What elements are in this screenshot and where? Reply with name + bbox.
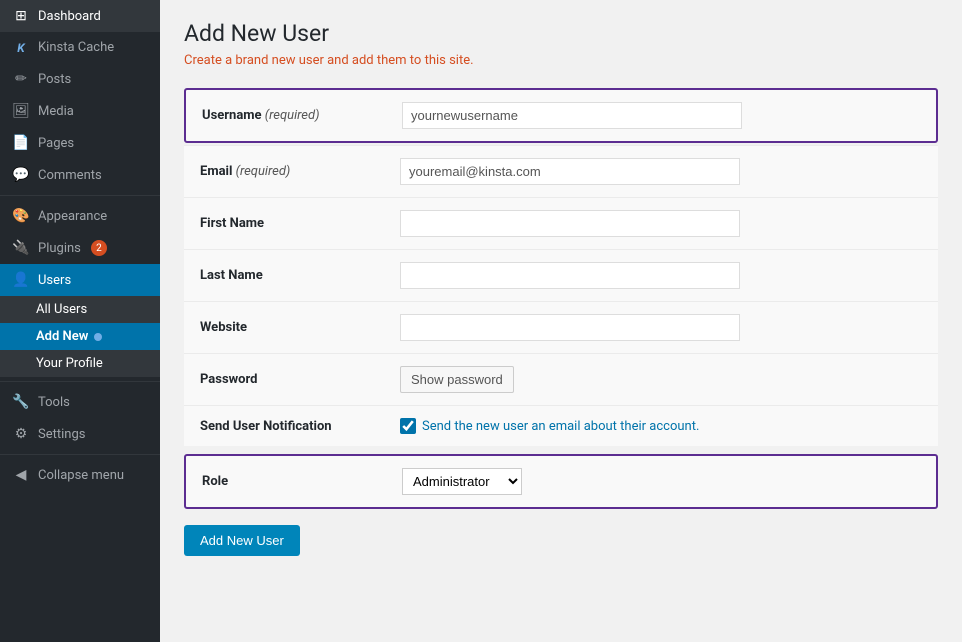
- show-password-button[interactable]: Show password: [400, 366, 514, 393]
- lastname-section: Last Name: [184, 249, 938, 301]
- page-subtitle: Create a brand new user and add them to …: [184, 53, 938, 68]
- dashboard-icon: ⊞: [12, 8, 30, 24]
- sidebar-label-settings: Settings: [38, 427, 85, 442]
- users-submenu: All Users Add New Your Profile: [0, 296, 160, 377]
- sidebar-label-kinsta: Kinsta Cache: [38, 40, 114, 55]
- tools-icon: 🔧: [12, 394, 30, 410]
- page-title: Add New User: [184, 20, 938, 47]
- sidebar-sub-all-users[interactable]: All Users: [0, 296, 160, 323]
- username-field: [402, 102, 920, 129]
- media-icon: 🖼: [12, 103, 30, 119]
- password-label: Password: [200, 372, 400, 387]
- sidebar-label-plugins: Plugins: [38, 241, 81, 256]
- sidebar-item-users[interactable]: 👤 Users: [0, 264, 160, 296]
- sidebar-item-posts[interactable]: ✏ Posts: [0, 63, 160, 95]
- main-content: Add New User Create a brand new user and…: [160, 0, 962, 642]
- lastname-label: Last Name: [200, 268, 400, 283]
- plugins-icon: 🔌: [12, 240, 30, 256]
- sidebar-label-appearance: Appearance: [38, 209, 107, 224]
- sidebar-item-settings[interactable]: ⚙ Settings: [0, 418, 160, 450]
- add-new-user-button[interactable]: Add New User: [184, 525, 300, 556]
- sidebar-item-kinsta-cache[interactable]: K Kinsta Cache: [0, 32, 160, 63]
- username-input[interactable]: [402, 102, 742, 129]
- password-field: Show password: [400, 366, 922, 393]
- sidebar-label-posts: Posts: [38, 72, 71, 87]
- notification-checkbox[interactable]: [400, 418, 416, 434]
- sidebar-item-appearance[interactable]: 🎨 Appearance: [0, 200, 160, 232]
- sidebar-sub-add-new[interactable]: Add New: [0, 323, 160, 350]
- notification-label: Send User Notification: [200, 419, 400, 434]
- website-section: Website: [184, 301, 938, 353]
- email-section: Email (required): [184, 145, 938, 197]
- firstname-field: [400, 210, 922, 237]
- sidebar: ⊞ Dashboard K Kinsta Cache ✏ Posts 🖼 Med…: [0, 0, 160, 642]
- email-input[interactable]: [400, 158, 740, 185]
- collapse-icon: ◀: [12, 467, 30, 483]
- sidebar-label-tools: Tools: [38, 395, 70, 410]
- role-section: Role Administrator Editor Author Contrib…: [184, 454, 938, 509]
- divider2: [0, 381, 160, 382]
- divider: [0, 195, 160, 196]
- notification-text: Send the new user an email about their a…: [422, 419, 699, 434]
- firstname-label: First Name: [200, 216, 400, 231]
- sidebar-item-tools[interactable]: 🔧 Tools: [0, 386, 160, 418]
- lastname-field: [400, 262, 922, 289]
- lastname-input[interactable]: [400, 262, 740, 289]
- plugins-badge: 2: [91, 240, 107, 256]
- sidebar-item-plugins[interactable]: 🔌 Plugins 2: [0, 232, 160, 264]
- firstname-input[interactable]: [400, 210, 740, 237]
- appearance-icon: 🎨: [12, 208, 30, 224]
- pages-icon: 📄: [12, 135, 30, 151]
- notification-field: Send the new user an email about their a…: [400, 418, 922, 434]
- email-field: [400, 158, 922, 185]
- firstname-section: First Name: [184, 197, 938, 249]
- sidebar-item-collapse[interactable]: ◀ Collapse menu: [0, 459, 160, 491]
- role-label: Role: [202, 474, 402, 489]
- sidebar-item-media[interactable]: 🖼 Media: [0, 95, 160, 127]
- sidebar-label-pages: Pages: [38, 136, 74, 151]
- sidebar-item-dashboard[interactable]: ⊞ Dashboard: [0, 0, 160, 32]
- sidebar-label-comments: Comments: [38, 168, 102, 183]
- sidebar-item-pages[interactable]: 📄 Pages: [0, 127, 160, 159]
- password-section: Password Show password: [184, 353, 938, 405]
- role-field: Administrator Editor Author Contributor …: [402, 468, 920, 495]
- website-label: Website: [200, 320, 400, 335]
- username-section: Username (required): [184, 88, 938, 143]
- website-input[interactable]: [400, 314, 740, 341]
- sidebar-label-dashboard: Dashboard: [38, 9, 101, 24]
- add-new-dot: [94, 333, 102, 341]
- sidebar-label-users: Users: [38, 273, 71, 288]
- sidebar-item-comments[interactable]: 💬 Comments: [0, 159, 160, 191]
- website-field: [400, 314, 922, 341]
- sidebar-label-media: Media: [38, 104, 74, 119]
- kinsta-icon: K: [12, 41, 30, 55]
- notification-section: Send User Notification Send the new user…: [184, 405, 938, 446]
- users-icon: 👤: [12, 272, 30, 288]
- sidebar-sub-your-profile[interactable]: Your Profile: [0, 350, 160, 377]
- role-select[interactable]: Administrator Editor Author Contributor …: [402, 468, 522, 495]
- sidebar-label-collapse: Collapse menu: [38, 468, 124, 483]
- settings-icon: ⚙: [12, 426, 30, 442]
- comments-icon: 💬: [12, 167, 30, 183]
- add-new-label: Add New: [36, 329, 88, 344]
- username-label: Username (required): [202, 108, 402, 123]
- posts-icon: ✏: [12, 71, 30, 87]
- divider3: [0, 454, 160, 455]
- email-label: Email (required): [200, 164, 400, 179]
